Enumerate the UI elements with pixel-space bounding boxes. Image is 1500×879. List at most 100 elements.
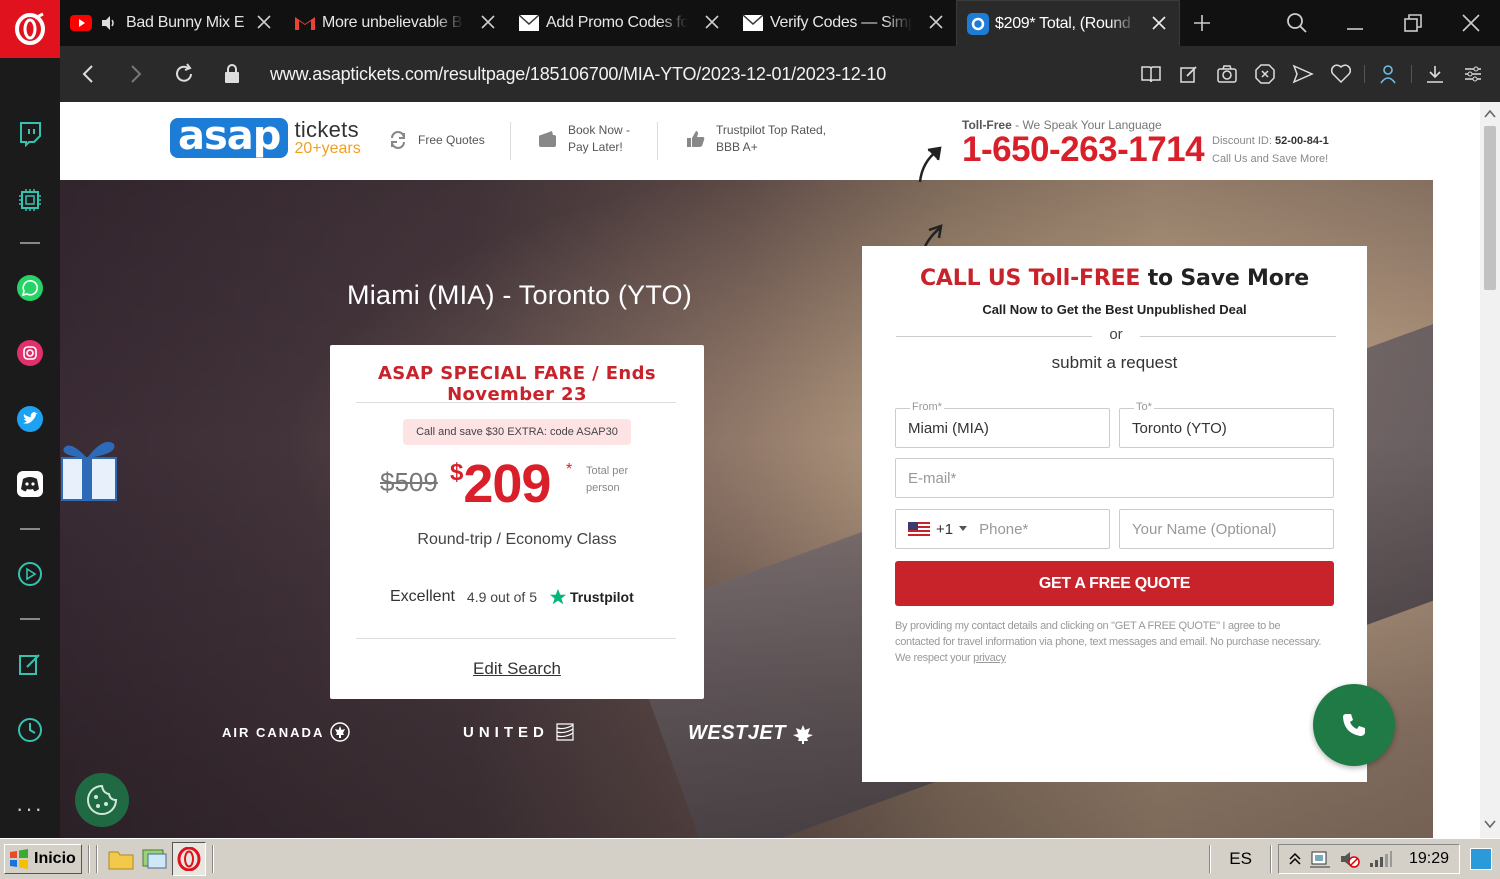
settings-sliders-icon <box>1465 66 1481 82</box>
from-value: Miami (MIA) <box>908 419 989 437</box>
to-field[interactable]: To* Toronto (YTO) <box>1119 401 1334 448</box>
edit-page-button[interactable] <box>1170 46 1208 102</box>
close-icon <box>1462 14 1480 32</box>
restore-button[interactable] <box>1384 0 1442 46</box>
taskbar-show-desktop[interactable] <box>138 842 172 876</box>
reader-mode-button[interactable] <box>1132 46 1170 102</box>
close-window-button[interactable] <box>1442 0 1500 46</box>
scrollbar-thumb[interactable] <box>1484 126 1496 290</box>
name-field[interactable]: Your Name (Optional) <box>1119 509 1334 549</box>
sidebar-twitch[interactable] <box>0 114 60 154</box>
minimize-button[interactable] <box>1326 0 1384 46</box>
sidebar-pinboard[interactable] <box>0 644 60 684</box>
tab-asaptickets[interactable]: $209* Total, (Round <box>956 0 1180 46</box>
feature-line: Book Now - <box>568 123 631 137</box>
clock[interactable]: 19:29 <box>1409 850 1449 868</box>
easy-setup-button[interactable] <box>1454 46 1492 102</box>
trustpilot-rating[interactable]: Excellent 4.9 out of 5 Trustpilot <box>390 588 634 606</box>
phone-field[interactable]: +1 Phone* <box>895 509 1110 549</box>
send-button[interactable] <box>1284 46 1322 102</box>
close-tab-icon[interactable] <box>254 12 274 32</box>
new-tab-button[interactable] <box>1180 0 1224 46</box>
maple-leaf-roundel-icon <box>330 722 351 742</box>
discord-icon <box>17 471 43 497</box>
sidebar-divider <box>20 242 40 244</box>
chevron-left-icon <box>82 65 93 83</box>
phone-icon <box>1343 714 1365 736</box>
gift-promo-widget[interactable] <box>60 432 120 502</box>
scroll-down-icon[interactable] <box>1484 818 1496 830</box>
sidebar-whatsapp[interactable] <box>0 268 60 308</box>
back-button[interactable] <box>64 46 112 102</box>
chevron-up-icon[interactable] <box>1289 852 1301 866</box>
downloads-button[interactable] <box>1416 46 1454 102</box>
asap-tickets-logo[interactable]: asap tickets 20+years <box>170 116 361 158</box>
call-title-highlight: CALL US Toll-FREE <box>919 266 1141 291</box>
feature-free-quotes: Free Quotes <box>388 130 485 150</box>
tab-youtube[interactable]: Bad Bunny Mix E <box>60 0 284 46</box>
get-free-quote-button[interactable]: GET A FREE QUOTE <box>895 561 1334 606</box>
close-tab-icon[interactable] <box>702 12 722 32</box>
snapshot-button[interactable] <box>1208 46 1246 102</box>
close-tab-icon[interactable] <box>1149 13 1169 33</box>
email-field[interactable]: E-mail* <box>895 458 1334 498</box>
sidebar-instagram[interactable] <box>0 333 60 373</box>
sidebar-extension[interactable] <box>0 180 60 220</box>
adblock-button[interactable] <box>1246 46 1284 102</box>
taskbar-explorer[interactable] <box>104 842 138 876</box>
sidebar-player[interactable] <box>0 554 60 594</box>
sidebar-more-button[interactable]: ··· <box>0 794 60 824</box>
scroll-up-icon[interactable] <box>1484 108 1496 120</box>
westjet-text: WESTJET <box>688 722 786 744</box>
logo-tickets: tickets <box>294 117 359 142</box>
maple-leaf-icon <box>792 724 813 744</box>
edit-search-link[interactable]: Edit Search <box>330 659 704 679</box>
call-phone-button[interactable] <box>1313 684 1395 766</box>
tab-search-button[interactable] <box>1268 0 1326 46</box>
twitch-icon <box>20 122 41 147</box>
show-desktop-corner[interactable] <box>1470 848 1492 870</box>
privacy-link[interactable]: privacy <box>973 652 1006 664</box>
cookie-icon <box>87 784 118 815</box>
site-security-button[interactable] <box>208 46 256 102</box>
network-device-icon[interactable] <box>1309 849 1331 869</box>
old-price: $509 <box>380 467 438 497</box>
adblock-shield-icon <box>1255 64 1275 84</box>
tab-gmail[interactable]: More unbelievable B <box>284 0 508 46</box>
from-field[interactable]: From* Miami (MIA) <box>895 401 1110 448</box>
tab-promo-codes[interactable]: Add Promo Codes fo <box>508 0 732 46</box>
speaker-icon[interactable] <box>98 12 120 34</box>
disclaimer-text: By providing my contact details and clic… <box>895 620 1322 664</box>
sidebar-twitter[interactable] <box>0 399 60 439</box>
signal-strength-icon[interactable] <box>1369 850 1393 868</box>
bookmark-button[interactable] <box>1322 46 1360 102</box>
folder-icon <box>108 851 134 870</box>
or-text: or <box>1109 326 1123 343</box>
sidebar-history[interactable] <box>0 710 60 750</box>
heart-icon <box>1330 64 1352 84</box>
sidebar-discord[interactable] <box>0 464 60 504</box>
tab-verify-codes[interactable]: Verify Codes — Simp <box>732 0 956 46</box>
special-fare-title: ASAP SPECIAL FARE / Ends November 23 <box>377 363 657 405</box>
close-tab-icon[interactable] <box>478 12 498 32</box>
header-divider <box>510 122 511 160</box>
reload-button[interactable] <box>160 46 208 102</box>
mail-envelope-icon <box>742 12 764 34</box>
start-button[interactable]: Inicio <box>4 844 82 874</box>
cookie-settings-button[interactable] <box>75 773 129 827</box>
forward-button[interactable] <box>112 46 160 102</box>
sidebar-divider <box>20 618 40 620</box>
price-amount: 209 <box>463 454 551 514</box>
taskbar-opera[interactable] <box>172 842 206 876</box>
volume-muted-icon[interactable] <box>1339 849 1361 869</box>
trip-type: Round-trip / Economy Class <box>417 531 617 548</box>
url-field[interactable]: www.asaptickets.com/resultpage/185106700… <box>270 64 886 85</box>
close-tab-icon[interactable] <box>926 12 946 32</box>
tray-icons: 19:29 <box>1277 844 1460 874</box>
opera-menu-button[interactable] <box>0 0 60 58</box>
header-phone-link[interactable]: 1-650-263-1714 <box>962 130 1205 170</box>
page-scrollbar[interactable] <box>1480 102 1500 838</box>
language-indicator[interactable]: ES <box>1229 849 1252 869</box>
profile-button[interactable] <box>1369 46 1407 102</box>
country-code-selector[interactable]: +1 <box>908 521 968 538</box>
